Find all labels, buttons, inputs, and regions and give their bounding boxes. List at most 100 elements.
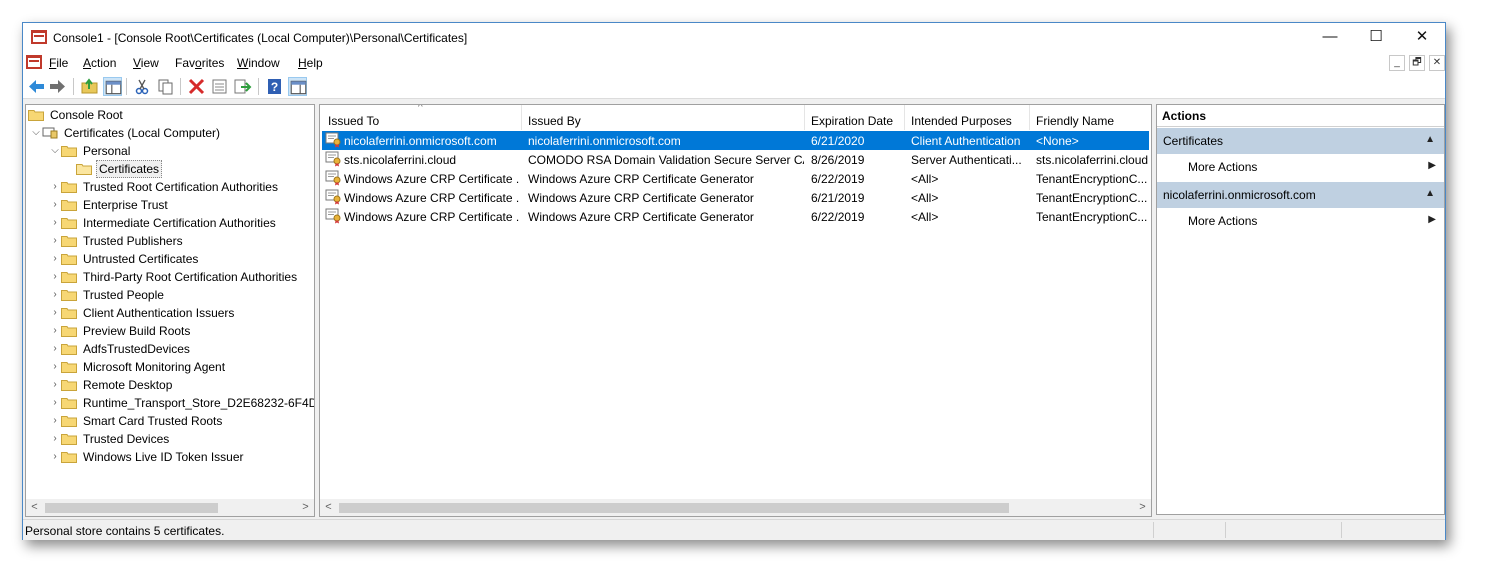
tree-node-store[interactable]: › Trusted People: [49, 286, 166, 304]
expand-chevron-icon[interactable]: ›: [49, 412, 61, 430]
cell-friendly-name: TenantEncryptionC...: [1036, 191, 1148, 205]
tree-node-store[interactable]: › Windows Live ID Token Issuer: [49, 448, 246, 466]
column-intended-purposes[interactable]: Intended Purposes: [905, 105, 1030, 130]
collapse-chevron-icon[interactable]: ⌵: [49, 142, 61, 160]
tree-node-store[interactable]: › Intermediate Certification Authorities: [49, 214, 278, 232]
folder-icon: [61, 199, 77, 211]
tree-node-certificates-local-computer[interactable]: ⌵ Certificates (Local Computer): [30, 124, 222, 142]
scrollbar-thumb[interactable]: [339, 503, 1009, 513]
maximize-button[interactable]: ☐: [1353, 23, 1399, 52]
console-window-icon[interactable]: [26, 55, 42, 69]
expand-chevron-icon[interactable]: ›: [49, 232, 61, 250]
up-one-level-button[interactable]: [80, 77, 99, 96]
expand-chevron-icon[interactable]: ›: [49, 196, 61, 214]
table-row[interactable]: Windows Azure CRP Certificate ... Windows…: [322, 169, 1149, 188]
expand-chevron-icon[interactable]: ›: [49, 358, 61, 376]
mdi-restore-button[interactable]: 🗗: [1409, 55, 1425, 71]
show-hide-tree-button[interactable]: [103, 77, 122, 96]
scroll-right-arrow-icon[interactable]: >: [297, 499, 314, 516]
tree-node-store[interactable]: › Trusted Publishers: [49, 232, 185, 250]
expand-chevron-icon[interactable]: ›: [49, 376, 61, 394]
tree-node-store[interactable]: › Trusted Root Certification Authorities: [49, 178, 280, 196]
tree-node-label: Runtime_Transport_Store_D2E68232-6F4D-4: [83, 396, 315, 410]
more-actions-certificates[interactable]: More Actions ▶: [1157, 155, 1444, 179]
menu-view[interactable]: View: [133, 56, 159, 70]
expand-chevron-icon[interactable]: ›: [49, 448, 61, 466]
menu-favorites[interactable]: Favorites: [175, 56, 224, 70]
tree-node-certificates[interactable]: Certificates: [76, 160, 163, 178]
show-hide-action-pane-button[interactable]: [288, 77, 307, 96]
tree-node-console-root[interactable]: Console Root: [28, 106, 125, 124]
mdi-minimize-button[interactable]: _: [1389, 55, 1405, 71]
tree-node-store[interactable]: › Remote Desktop: [49, 376, 174, 394]
column-friendly-name[interactable]: Friendly Name: [1030, 105, 1151, 130]
tree-horizontal-scrollbar[interactable]: < >: [26, 499, 314, 516]
minimize-button[interactable]: —: [1307, 23, 1353, 52]
cut-button[interactable]: [133, 77, 152, 96]
expand-chevron-icon[interactable]: ›: [49, 304, 61, 322]
menu-help[interactable]: Help: [298, 56, 323, 70]
menu-action[interactable]: Action: [83, 56, 116, 70]
actions-section-selected-certificate[interactable]: nicolaferrini.onmicrosoft.com ▲: [1157, 182, 1444, 208]
expand-chevron-icon[interactable]: ›: [49, 322, 61, 340]
delete-button[interactable]: [187, 77, 206, 96]
close-button[interactable]: ✕: [1399, 23, 1445, 52]
table-row[interactable]: Windows Azure CRP Certificate ... Windows…: [322, 188, 1149, 207]
tree-node-personal[interactable]: ⌵ Personal: [49, 142, 132, 160]
cell-issued-to: Windows Azure CRP Certificate ...: [344, 210, 520, 224]
tree-node-store[interactable]: › Trusted Devices: [49, 430, 171, 448]
tree-node-store[interactable]: › AdfsTrustedDevices: [49, 340, 192, 358]
scroll-right-arrow-icon[interactable]: >: [1134, 499, 1151, 516]
title-bar[interactable]: Console1 - [Console Root\Certificates (L…: [23, 23, 1445, 52]
collapse-up-icon[interactable]: ▲: [1425, 134, 1435, 145]
list-horizontal-scrollbar[interactable]: < >: [320, 499, 1151, 516]
expand-chevron-icon[interactable]: ›: [49, 250, 61, 268]
column-expiration-date[interactable]: Expiration Date: [805, 105, 905, 130]
expand-chevron-icon[interactable]: ›: [49, 394, 61, 412]
tree-node-store[interactable]: › Untrusted Certificates: [49, 250, 200, 268]
properties-button[interactable]: [210, 77, 229, 96]
folder-icon: [28, 109, 44, 121]
tree-node-store[interactable]: › Runtime_Transport_Store_D2E68232-6F4D-4: [49, 394, 315, 412]
tree-node-store[interactable]: › Enterprise Trust: [49, 196, 170, 214]
tree-node-store[interactable]: › Third-Party Root Certification Authorit…: [49, 268, 299, 286]
copy-button[interactable]: [156, 77, 175, 96]
tree-node-store[interactable]: › Microsoft Monitoring Agent: [49, 358, 227, 376]
tree-node-store[interactable]: › Client Authentication Issuers: [49, 304, 236, 322]
collapse-chevron-icon[interactable]: ⌵: [30, 124, 42, 142]
scroll-left-arrow-icon[interactable]: <: [320, 499, 337, 516]
expand-chevron-icon[interactable]: ›: [49, 430, 61, 448]
column-issued-to[interactable]: Issued To ^: [322, 105, 522, 130]
back-button[interactable]: [27, 77, 46, 96]
scroll-left-arrow-icon[interactable]: <: [26, 499, 43, 516]
export-list-button[interactable]: [233, 77, 252, 96]
expand-chevron-icon[interactable]: ›: [49, 340, 61, 358]
folder-icon: [61, 433, 77, 445]
tree-node-label: Enterprise Trust: [83, 198, 168, 212]
table-row[interactable]: sts.nicolaferrini.cloud COMODO RSA Domain…: [322, 150, 1149, 169]
expand-chevron-icon[interactable]: ›: [49, 214, 61, 232]
scrollbar-thumb[interactable]: [45, 503, 218, 513]
back-icon: [29, 80, 44, 93]
expand-chevron-icon[interactable]: ›: [49, 268, 61, 286]
menu-file[interactable]: File: [49, 56, 68, 70]
menu-window[interactable]: Window: [237, 56, 280, 70]
mdi-close-button[interactable]: ✕: [1429, 55, 1445, 71]
cell-friendly-name: sts.nicolaferrini.cloud: [1036, 153, 1149, 167]
expand-chevron-icon[interactable]: ›: [49, 178, 61, 196]
table-row[interactable]: nicolaferrini.onmicrosoft.com nicolaferri…: [322, 131, 1149, 150]
forward-button[interactable]: [48, 77, 67, 96]
table-row[interactable]: Windows Azure CRP Certificate ... Windows…: [322, 207, 1149, 226]
more-actions-selected-certificate[interactable]: More Actions ▶: [1157, 209, 1444, 233]
tree-node-store[interactable]: › Preview Build Roots: [49, 322, 192, 340]
console-tree[interactable]: Console Root ⌵ Certificates (Local Compu…: [25, 104, 315, 517]
actions-section-certificates[interactable]: Certificates ▲: [1157, 128, 1444, 154]
delete-icon: [188, 78, 205, 95]
submenu-arrow-icon: ▶: [1428, 214, 1436, 225]
expand-chevron-icon[interactable]: ›: [49, 286, 61, 304]
certificate-list[interactable]: Issued To ^ Issued By Expiration Date In…: [319, 104, 1152, 517]
help-button[interactable]: ?: [265, 77, 284, 96]
tree-node-store[interactable]: › Smart Card Trusted Roots: [49, 412, 224, 430]
column-issued-by[interactable]: Issued By: [522, 105, 805, 130]
collapse-up-icon[interactable]: ▲: [1425, 188, 1435, 199]
